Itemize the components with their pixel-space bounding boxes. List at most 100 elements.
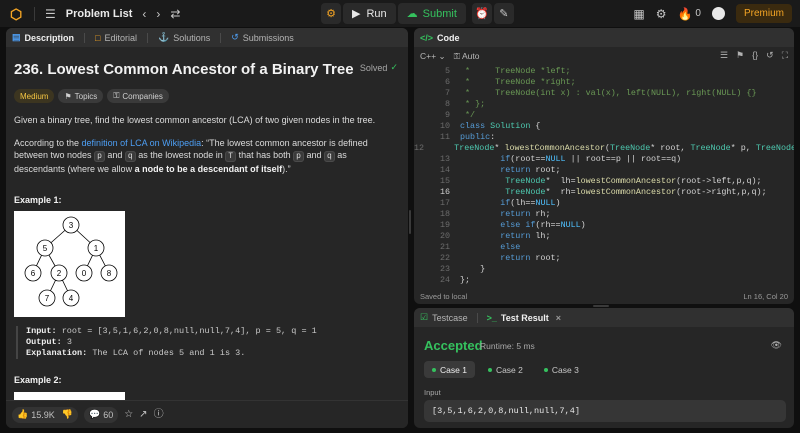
code-line[interactable]: 10 class Solution { — [414, 121, 794, 132]
like-button[interactable]: 👍 15.9K 👎 — [12, 406, 78, 423]
streak-fire-icon[interactable]: 🔥 0 — [677, 8, 701, 20]
code-text: * }; — [460, 99, 486, 109]
tab-submissions[interactable]: ↺ Submissions — [231, 32, 294, 43]
fullscreen-icon[interactable]: ⛶ — [782, 50, 788, 61]
terminal-icon: >_ — [486, 312, 497, 323]
avatar[interactable] — [711, 7, 725, 20]
code-line[interactable]: 5 * TreeNode *left; — [414, 66, 794, 77]
code-line[interactable]: 11 public: — [414, 132, 794, 143]
format-icon[interactable]: ☰ — [720, 50, 728, 61]
tab-code[interactable]: Code — [437, 33, 460, 43]
code-line[interactable]: 16 TreeNode* rh=lowestCommonAncestor(roo… — [414, 187, 794, 198]
code-line[interactable]: 14 return root; — [414, 165, 794, 176]
difficulty-badge: Medium — [14, 89, 55, 103]
submit-button[interactable]: ☁ Submit — [397, 3, 466, 24]
code-line[interactable]: 17 if(lh==NULL) — [414, 198, 794, 209]
code-editor[interactable]: 5 * TreeNode *left; 6 * TreeNode *right; 7… — [414, 66, 794, 284]
problem-list-link[interactable]: Problem List — [66, 8, 133, 20]
case-tab-2[interactable]: Case 2 — [480, 361, 531, 378]
premium-button[interactable]: Premium — [735, 4, 792, 23]
tab-description[interactable]: ▤ Description — [12, 32, 74, 43]
code-line[interactable]: 24}; — [414, 275, 794, 284]
divider — [476, 312, 478, 323]
case-tab-1[interactable]: Case 1 — [424, 361, 475, 378]
code-tabs: </> Code — [414, 28, 794, 47]
example-1-input: Input: root = [3,5,1,6,2,0,8,null,null,7… — [26, 326, 400, 337]
list-icon[interactable]: ☰ — [45, 8, 56, 20]
topics-tag[interactable]: ⚑ Topics — [58, 89, 104, 103]
layout-grid-icon[interactable]: ▦ — [633, 8, 644, 20]
bug-icon: ⚙ — [326, 8, 336, 20]
prev-problem-icon[interactable]: ‹ — [142, 8, 146, 20]
notes-button[interactable]: ✎ — [493, 3, 514, 24]
bookmark-icon[interactable]: ⚑ — [736, 50, 744, 61]
tree-node-label: 7 — [45, 294, 50, 303]
code-text: else — [500, 242, 521, 252]
tab-solutions[interactable]: ⚓ Solutions — [158, 32, 210, 43]
code-line[interactable]: 6 * TreeNode *right; — [414, 77, 794, 88]
next-problem-icon[interactable]: › — [156, 8, 160, 20]
code-line[interactable]: 9 */ — [414, 110, 794, 121]
help-icon[interactable]: ⓘ — [154, 409, 164, 421]
input-value-box: [3,5,1,6,2,0,8,null,null,7,4] — [424, 400, 786, 422]
code-line[interactable]: 13 if(root==NULL || root==p || root==q) — [414, 154, 794, 165]
mode-value: Auto — [461, 50, 480, 61]
code-line[interactable]: 7 * TreeNode(int x) : val(x), left(NULL)… — [414, 88, 794, 99]
code-line[interactable]: 22 return root; — [414, 253, 794, 264]
close-icon[interactable]: × — [556, 313, 561, 323]
tab-editorial[interactable]: □ Editorial — [95, 33, 137, 43]
shuffle-icon[interactable]: ⇄ — [170, 8, 180, 20]
description-paragraph-1: Given a binary tree, find the lowest com… — [14, 115, 376, 125]
code-line[interactable]: 15 TreeNode* lh=lowestCommonAncestor(roo… — [414, 176, 794, 187]
description-paragraph-2: According to the definition of LCA on Wi… — [14, 137, 400, 175]
horizontal-resize-handle[interactable] — [593, 305, 609, 307]
alarm-icon: ⏰ — [475, 8, 489, 20]
description-tabs: ▤ Description □ Editorial ⚓ Solutions ↺ Subm… — [6, 28, 408, 47]
code-text: return root; — [500, 253, 561, 263]
share-icon[interactable]: ↗ — [139, 409, 147, 421]
tree-node-label: 8 — [107, 269, 112, 278]
run-button[interactable]: ▶ Run — [343, 3, 396, 24]
description-panel: ▤ Description □ Editorial ⚓ Solutions ↺ Subm… — [6, 28, 408, 428]
text: According to the — [14, 138, 82, 148]
timer-button[interactable]: ⏰ — [471, 3, 492, 24]
wikipedia-link[interactable]: definition of LCA on Wikipedia — [82, 138, 202, 148]
code-line[interactable]: 21 else — [414, 242, 794, 253]
tab-test-result[interactable]: >_ Test Result × — [487, 313, 561, 323]
line-number: 15 — [439, 176, 450, 186]
code-text: }; — [460, 275, 471, 284]
example-2-heading: Example 2: — [14, 375, 62, 385]
eye-icon[interactable]: 👁 — [771, 340, 782, 351]
companies-tag[interactable]: ⚿ Companies — [107, 89, 169, 103]
example-1-tree-image: 3 5 1 6 2 0 8 7 4 — [14, 211, 125, 317]
code-line[interactable]: 18 return rh; — [414, 209, 794, 220]
line-number: 6 — [444, 77, 450, 87]
reset-icon[interactable]: ↺ — [766, 50, 774, 61]
leetcode-logo-icon[interactable]: ⬡ — [10, 6, 24, 22]
example-1-output: Output: 3 — [26, 337, 400, 348]
comments-button[interactable]: 💬 60 — [83, 406, 119, 423]
explanation-value: The LCA of nodes 5 and 1 is 3. — [87, 348, 246, 358]
auto-mode[interactable]: ⚿ Auto — [454, 51, 480, 62]
vertical-resize-handle[interactable] — [409, 210, 411, 234]
line-number: 24 — [439, 275, 450, 284]
save-status: Saved to local — [420, 291, 468, 301]
braces-icon[interactable]: {} — [752, 50, 758, 61]
settings-gear-icon[interactable]: ⚙ — [656, 8, 667, 20]
star-icon[interactable]: ☆ — [124, 409, 133, 421]
debug-button[interactable]: ⚙ — [321, 3, 341, 24]
code-line[interactable]: 12 TreeNode* lowestCommonAncestor(TreeNo… — [414, 143, 794, 154]
document-icon: ▤ — [12, 32, 21, 42]
tree-node-label: 1 — [94, 244, 99, 253]
code-line[interactable]: 19 else if(rh==NULL) — [414, 220, 794, 231]
tab-testcase[interactable]: ☑ Testcase — [420, 312, 468, 323]
thumbs-down-icon[interactable]: 👎 — [62, 409, 73, 420]
code-line[interactable]: 20 return lh; — [414, 231, 794, 242]
code-toolbar-icons: ☰ ⚑ {} ↺ ⛶ — [720, 50, 788, 61]
language-select[interactable]: C++ ⌄ — [420, 51, 446, 62]
line-number: 18 — [439, 209, 450, 219]
case-tab-3[interactable]: Case 3 — [536, 361, 587, 378]
case-label: Case 2 — [495, 364, 523, 375]
code-line[interactable]: 8 * }; — [414, 99, 794, 110]
code-line[interactable]: 23 } — [414, 264, 794, 275]
